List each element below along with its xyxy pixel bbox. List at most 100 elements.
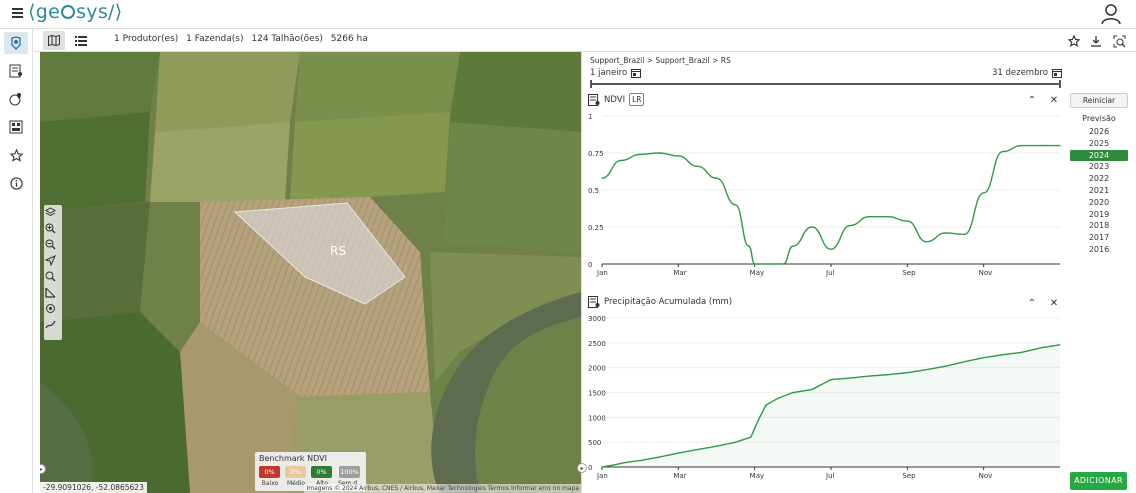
data-point: [773, 263, 775, 265]
data-point: [601, 177, 603, 179]
user-icon[interactable]: [1100, 3, 1122, 25]
satellite-map[interactable]: RS Benchmark NDVI 0% 0% 0% 100% Baixo Mé…: [40, 52, 581, 493]
data-point: [925, 369, 928, 371]
data-point: [620, 159, 622, 161]
y-tick-label: 500: [588, 439, 601, 447]
x-tick-label: May: [750, 472, 764, 480]
y-tick-label: 1000: [588, 414, 606, 422]
favorites-star-icon[interactable]: [4, 144, 28, 166]
layers-icon[interactable]: [45, 207, 61, 223]
fields-count: 124 Talhão(ões): [251, 34, 323, 44]
star-icon[interactable]: [1065, 32, 1083, 50]
year-option-2022[interactable]: 2022: [1070, 173, 1128, 184]
year-option-2026[interactable]: 2026: [1070, 126, 1128, 137]
data-point: [868, 375, 870, 377]
date-range-slider[interactable]: [590, 80, 1061, 88]
analytics-panel: ▸ Support_Brazil > Support_Brazil > RS 1…: [577, 52, 1136, 493]
forecast-label: Previsão: [1082, 114, 1116, 123]
x-tick-label: Nov: [979, 472, 993, 480]
data-point: [776, 397, 779, 400]
producers-count: 1 Produtor(es): [114, 34, 179, 44]
year-option-2016[interactable]: 2016: [1070, 244, 1128, 255]
year-option-2020[interactable]: 2020: [1070, 197, 1128, 208]
data-point: [658, 152, 660, 154]
y-tick-label: 0.25: [588, 224, 604, 232]
search-icon[interactable]: [45, 271, 61, 287]
add-button[interactable]: ADICIONAR: [1070, 472, 1127, 490]
zoom-out-icon[interactable]: [45, 239, 61, 255]
data-point: [715, 445, 718, 447]
data-point: [748, 245, 750, 247]
year-option-2025[interactable]: 2025: [1070, 138, 1128, 149]
info-icon[interactable]: [4, 172, 28, 194]
y-tick-label: 1: [588, 113, 592, 121]
x-tick-label: Sep: [902, 269, 916, 277]
date-start-picker[interactable]: 1 janeiro: [590, 68, 642, 78]
data-point: [792, 245, 794, 247]
report-icon[interactable]: [4, 116, 28, 138]
year-option-2018[interactable]: 2018: [1070, 220, 1128, 231]
field-label[interactable]: RS: [330, 244, 346, 258]
draw-icon[interactable]: [45, 319, 61, 335]
year-option-2019[interactable]: 2019: [1070, 209, 1128, 220]
map-view-icon[interactable]: [43, 31, 65, 50]
x-tick-label: Jul: [825, 269, 835, 277]
close-chart-icon[interactable]: ✕: [1048, 297, 1060, 309]
data-point: [830, 378, 832, 381]
year-option-2021[interactable]: 2021: [1070, 185, 1128, 196]
data-point: [696, 165, 699, 167]
ndvi-chart-header: NDVI LR: [588, 93, 645, 106]
navigate-icon[interactable]: [45, 255, 61, 271]
precip-chart[interactable]: 0 500 1000 1500 2000 2500 3000 Jan Mar May Jul Sep N…: [582, 312, 1062, 490]
data-point: [963, 361, 966, 363]
sub-toolbar: 1 Produtor(es) 1 Fazenda(s) 124 Talhão(õ…: [34, 29, 1136, 52]
locate-icon[interactable]: [45, 303, 61, 319]
data-point: [811, 226, 813, 228]
zoom-extent-icon[interactable]: [1110, 32, 1128, 50]
data-point: [639, 153, 641, 156]
data-point: [925, 241, 928, 243]
year-option-2017[interactable]: 2017: [1070, 232, 1128, 243]
measure-icon[interactable]: [45, 287, 61, 303]
calendar-icon[interactable]: [631, 68, 642, 78]
list-view-icon[interactable]: [70, 31, 92, 50]
download-icon[interactable]: [1087, 32, 1105, 50]
data-point: [624, 461, 626, 464]
zoom-in-icon[interactable]: [45, 223, 61, 239]
chart-type-icon[interactable]: [588, 93, 600, 106]
menu-icon[interactable]: [12, 8, 23, 18]
logo: ⟨ge sys/⟩: [28, 1, 123, 23]
reset-button[interactable]: Reiniciar: [1070, 93, 1128, 108]
breadcrumb: Support_Brazil > Support_Brazil > RS: [590, 56, 731, 65]
data-point: [612, 464, 615, 466]
map-toolbox: [44, 205, 62, 340]
close-chart-icon[interactable]: ✕: [1048, 94, 1060, 106]
y-tick-label: 0.5: [588, 187, 599, 195]
map-imagery: [40, 52, 581, 493]
lr-toggle[interactable]: LR: [629, 93, 645, 106]
x-tick-label: Mar: [673, 269, 686, 277]
map-attribution: Imagens © 2024 Airbus, CNES / Airbus, Ma…: [304, 484, 581, 493]
benchmark-nodata-chip: 100%: [339, 466, 360, 478]
globe-pin-icon[interactable]: [4, 88, 28, 110]
data-point: [887, 374, 889, 376]
data-point: [757, 419, 760, 421]
year-option-2023[interactable]: 2023: [1070, 161, 1128, 172]
data-point: [734, 441, 737, 443]
year-option-2024[interactable]: 2024: [1070, 149, 1128, 161]
ndvi-chart-title: NDVI: [604, 94, 626, 105]
layers-tool-icon[interactable]: [4, 32, 28, 54]
data-point: [792, 391, 794, 394]
data-point: [906, 372, 908, 374]
field-grid-icon[interactable]: [4, 60, 28, 82]
x-tick-label: May: [750, 269, 764, 277]
y-tick-label: 1500: [588, 390, 606, 398]
data-point: [849, 224, 851, 227]
collapse-chart-icon[interactable]: ⌃: [1026, 94, 1038, 106]
calendar-icon[interactable]: [1052, 68, 1062, 78]
benchmark-title: Benchmark NDVI: [259, 454, 327, 463]
ndvi-chart[interactable]: 0 0.25 0.5 0.75 1 Jan Mar May Jul Sep Nov: [582, 110, 1062, 280]
collapse-chart-icon[interactable]: ⌃: [1026, 297, 1038, 309]
date-end-picker[interactable]: 31 dezembro: [992, 68, 1062, 78]
chart-type-icon[interactable]: [588, 296, 600, 308]
